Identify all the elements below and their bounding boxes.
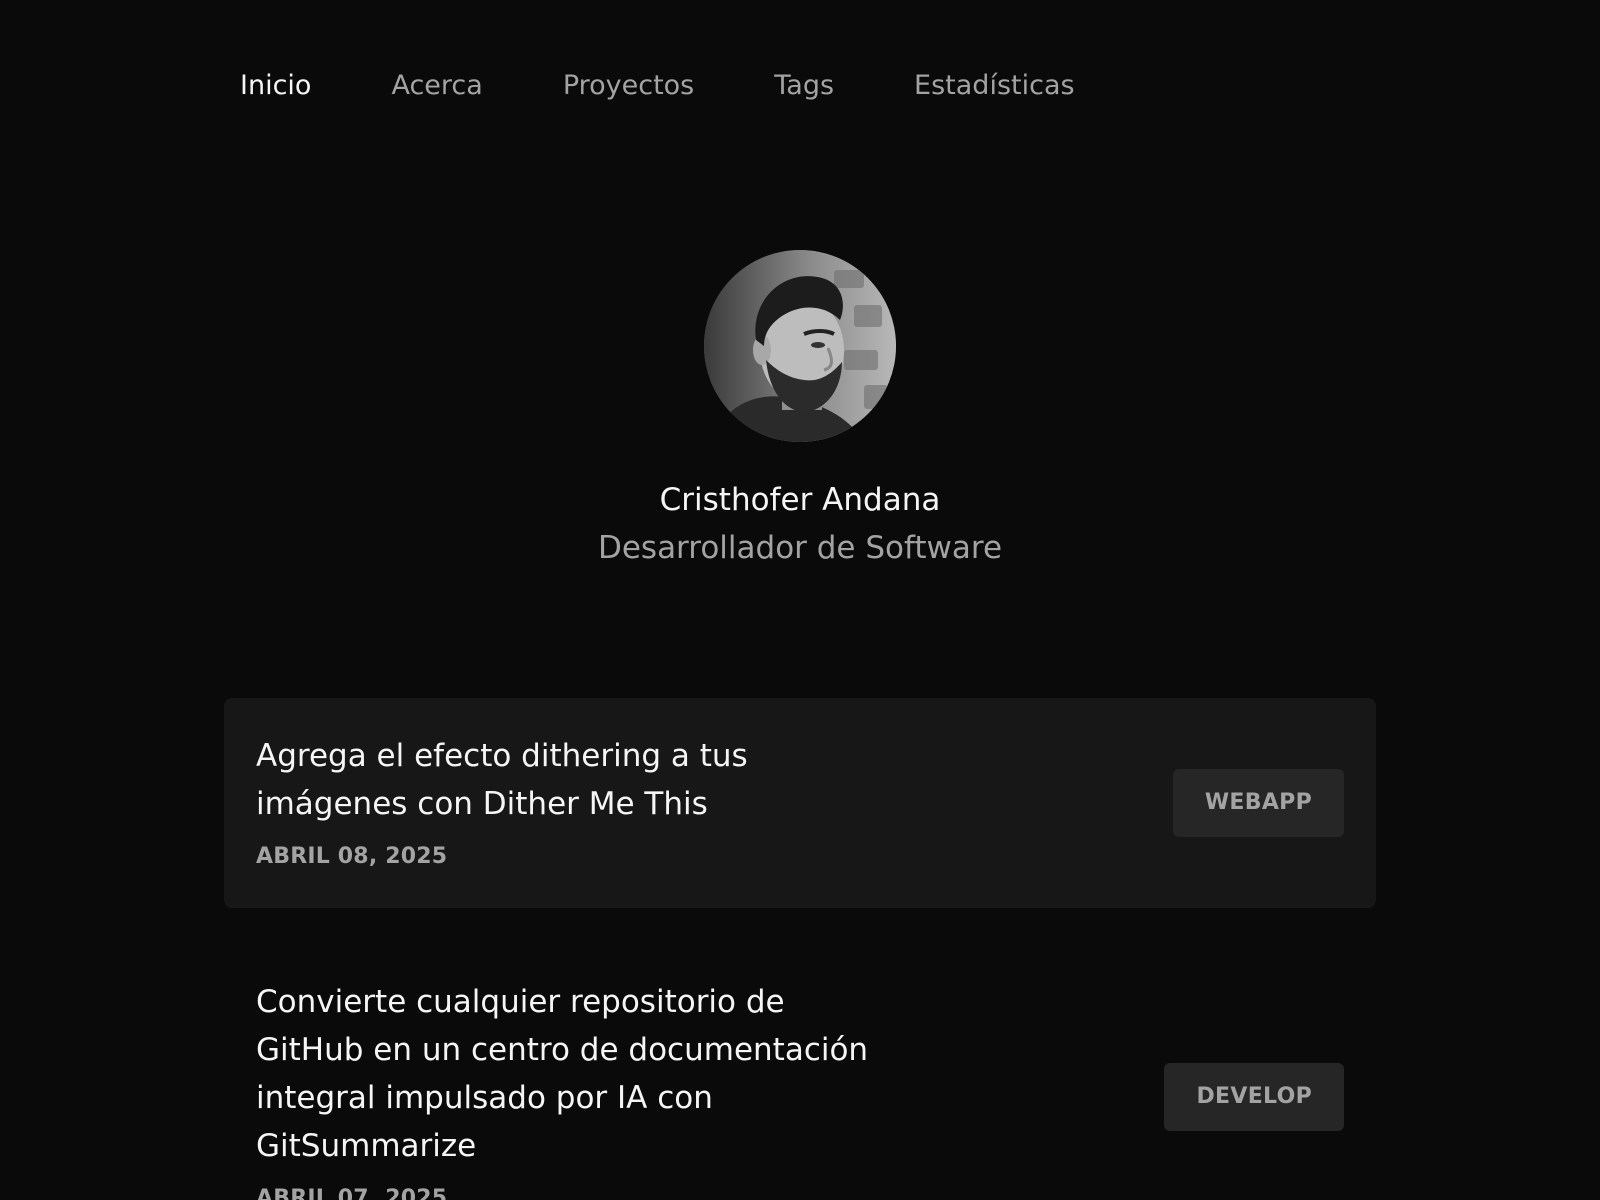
nav-item-proyectos[interactable]: Proyectos: [563, 66, 694, 106]
post-item[interactable]: Agrega el efecto dithering a tus imágene…: [224, 698, 1376, 908]
post-date: ABRIL 08, 2025: [256, 844, 448, 869]
profile-role: Desarrollador de Software: [597, 530, 1003, 566]
nav-item-acerca[interactable]: Acerca: [391, 66, 482, 106]
post-item[interactable]: Convierte cualquier repositorio de GitHu…: [224, 944, 1376, 1200]
post-tag[interactable]: WEBAPP: [1172, 769, 1344, 837]
profile-name: Cristhofer Andana: [659, 482, 941, 518]
avatar-photo: [704, 250, 896, 442]
nav-item-inicio[interactable]: Inicio: [240, 66, 311, 106]
profile-section: Cristhofer Andana Desarrollador de Softw…: [0, 250, 1600, 570]
post-tag[interactable]: DEVELOP: [1164, 1063, 1344, 1131]
avatar: [704, 250, 896, 442]
nav-item-tags[interactable]: Tags: [774, 66, 834, 106]
post-list: Agrega el efecto dithering a tus imágene…: [224, 698, 1376, 1200]
nav-item-estadisticas[interactable]: Estadísticas: [914, 66, 1075, 106]
main-nav: Inicio Acerca Proyectos Tags Estadística…: [240, 66, 1155, 106]
page: Inicio Acerca Proyectos Tags Estadística…: [0, 0, 1600, 1200]
post-title[interactable]: Convierte cualquier repositorio de GitHu…: [256, 978, 896, 1170]
post-title[interactable]: Agrega el efecto dithering a tus imágene…: [256, 732, 896, 828]
post-date: ABRIL 07, 2025: [256, 1186, 448, 1200]
